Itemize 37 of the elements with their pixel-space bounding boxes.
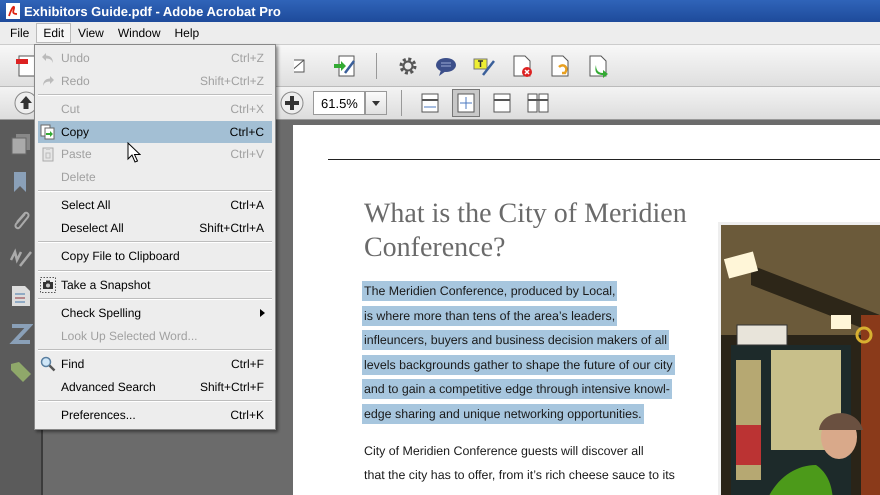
menu-bar-item[interactable]: Help	[168, 23, 206, 43]
menu-bar-item[interactable]: Window	[110, 23, 168, 43]
menu-bar-item[interactable]: View	[71, 23, 111, 43]
pdf-app-icon	[6, 3, 20, 19]
two-page-icon	[527, 92, 549, 114]
single-page-icon	[491, 92, 513, 114]
edit-document-icon[interactable]	[332, 52, 358, 78]
window-title: Exhibitors Guide.pdf - Adobe Acrobat Pro	[24, 4, 281, 18]
pages-icon	[8, 132, 32, 156]
compare-icon	[8, 322, 32, 346]
menu-item[interactable]: Preferences... Ctrl+K	[38, 404, 272, 426]
page-view-button[interactable]	[452, 89, 480, 117]
body-text-line: that the city has to offer, from it’s rich cheese sauce to its	[363, 467, 676, 484]
mouse-pointer-icon	[127, 142, 141, 164]
copy-icon	[40, 124, 56, 140]
search-icon	[40, 356, 56, 372]
menu-item[interactable]: Find Ctrl+F	[38, 353, 272, 376]
menu-bar-item[interactable]: Edit	[36, 23, 72, 43]
menu-bar-item[interactable]: File	[3, 23, 36, 43]
heading: What is the City of Meridien Conference?	[364, 197, 688, 265]
menu-item[interactable]: Select All Ctrl+A	[38, 194, 272, 216]
paste-icon	[40, 146, 56, 162]
zoom-in-icon[interactable]	[279, 90, 305, 116]
tag-icon	[8, 360, 32, 384]
menu-item[interactable]: Take a Snapshot	[38, 274, 272, 296]
menu-item[interactable]: Deselect All Shift+Ctrl+A	[38, 216, 272, 239]
menu-item[interactable]: Advanced Search Shift+Ctrl+F	[38, 376, 272, 398]
fit-width-icon	[419, 92, 441, 114]
caret-icon	[372, 100, 380, 106]
body-text-line: City of Meridien Conference guests will discover all	[363, 442, 645, 460]
menu-item[interactable]: Check Spelling	[38, 302, 272, 324]
fit-page-icon	[455, 92, 477, 114]
menu-item[interactable]: Copy File to Clipboard	[38, 245, 272, 268]
zoom-field[interactable]: 61.5%	[313, 91, 365, 115]
camera-icon	[40, 276, 56, 293]
menu-item[interactable]: Copy Ctrl+C	[38, 120, 272, 143]
zoom-dropdown-button[interactable]	[365, 91, 387, 115]
